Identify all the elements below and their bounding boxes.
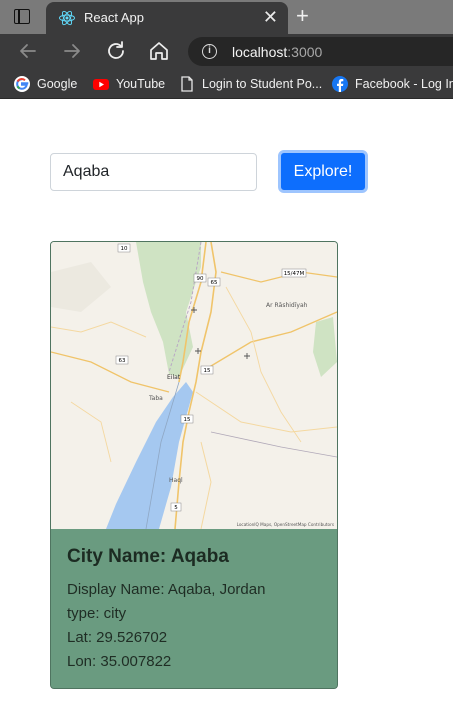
- url-text: localhost:3000: [232, 44, 323, 60]
- road-label: 15: [184, 417, 191, 423]
- city-card-body: City Name: Aqaba Display Name: Aqaba, Jo…: [51, 529, 337, 688]
- back-icon[interactable]: [16, 39, 40, 63]
- bookmark-youtube[interactable]: YouTube: [93, 75, 165, 93]
- bookmarks-bar: Google YouTube Login to Student Po... Fa…: [0, 68, 453, 99]
- reload-icon[interactable]: [104, 39, 128, 63]
- road-label: 5: [174, 505, 178, 511]
- place-label: Taba: [148, 395, 163, 402]
- page-icon: [181, 76, 193, 92]
- city-search-input[interactable]: [50, 153, 257, 191]
- road-label: 10: [121, 246, 128, 252]
- explore-button[interactable]: Explore!: [278, 150, 368, 193]
- road-label: 65: [211, 280, 218, 286]
- youtube-icon: [93, 79, 109, 90]
- road-label: 63: [119, 358, 126, 364]
- lat-text: Lat: 29.526702: [67, 629, 168, 646]
- road-label: 15/47M: [284, 271, 305, 277]
- road-label: 15: [204, 368, 211, 374]
- home-icon[interactable]: [147, 39, 171, 63]
- new-tab-icon[interactable]: +: [296, 4, 309, 28]
- display-name-text: Display Name: Aqaba, Jordan: [67, 581, 266, 598]
- tab-react-app[interactable]: React App ✕: [46, 2, 288, 34]
- bookmark-student-portal[interactable]: Login to Student Po...: [179, 75, 322, 93]
- forward-icon[interactable]: [60, 39, 84, 63]
- place-label: Ar Rāshidīyah: [266, 302, 308, 309]
- browser-tab-bar: React App ✕ +: [0, 0, 453, 34]
- bookmark-facebook[interactable]: Facebook - Log In: [332, 75, 453, 93]
- bookmark-label: Facebook - Log In: [355, 77, 453, 91]
- city-map[interactable]: 10 90 65 15/47M 15 63 15 5 Ar Rāshidīyah…: [51, 242, 337, 529]
- bookmark-google[interactable]: Google: [14, 75, 77, 93]
- bookmark-label: YouTube: [116, 77, 166, 91]
- tab-actions-icon[interactable]: [14, 9, 30, 24]
- place-label: Haql: [169, 477, 183, 484]
- close-icon[interactable]: ✕: [263, 7, 278, 27]
- bookmark-label: Login to Student Po...: [202, 77, 323, 91]
- type-text: type: city: [67, 605, 127, 622]
- browser-toolbar: i localhost:3000: [0, 34, 453, 68]
- city-name-title: City Name: Aqaba: [67, 546, 229, 567]
- react-icon: [59, 10, 75, 26]
- facebook-icon: [332, 76, 348, 92]
- place-label: Eilat: [167, 374, 181, 381]
- bookmark-label: Google: [37, 77, 78, 91]
- map-attribution: LocationIQ Maps, OpenStreetMap Contribut…: [237, 522, 334, 527]
- tab-title: React App: [84, 10, 144, 25]
- road-label: 90: [197, 276, 204, 282]
- city-card: 10 90 65 15/47M 15 63 15 5 Ar Rāshidīyah…: [50, 241, 338, 689]
- address-bar[interactable]: i localhost:3000: [188, 37, 453, 66]
- info-icon[interactable]: i: [202, 44, 217, 59]
- google-icon: [14, 76, 30, 92]
- lon-text: Lon: 35.007822: [67, 653, 172, 670]
